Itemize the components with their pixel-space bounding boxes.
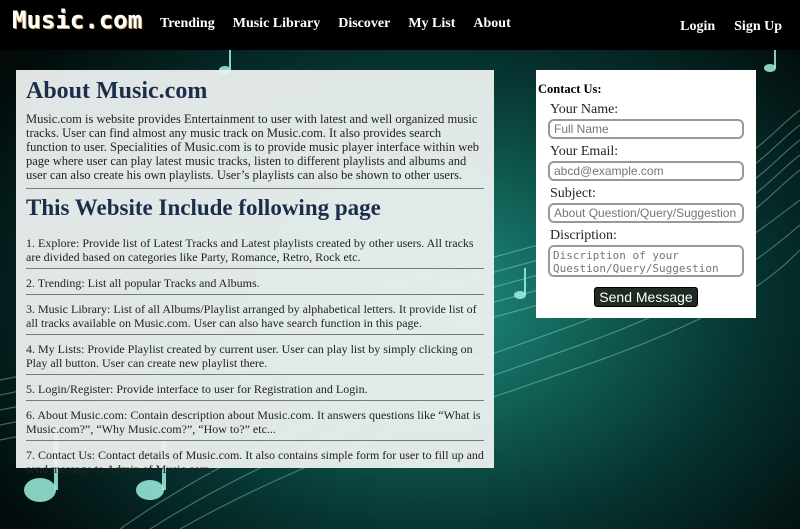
auth-links: Login Sign Up <box>680 19 782 35</box>
name-label: Your Name: <box>550 102 619 117</box>
subject-input[interactable] <box>548 203 744 223</box>
divider <box>26 188 484 189</box>
name-input[interactable] <box>548 119 744 139</box>
brand-logo[interactable]: Music.com <box>12 6 142 34</box>
page-item-explore: 1. Explore: Provide list of Latest Track… <box>26 229 484 269</box>
contact-title: Contact Us: <box>538 82 602 96</box>
send-message-button[interactable]: Send Message <box>594 287 698 307</box>
description-label: Discription: <box>550 228 617 243</box>
about-panel: About Music.com Music.com is website pro… <box>16 70 494 476</box>
about-intro: Music.com is website provides Entertainm… <box>26 112 480 182</box>
email-input[interactable] <box>548 161 744 181</box>
signup-link[interactable]: Sign Up <box>734 19 782 35</box>
nav-music-library[interactable]: Music Library <box>233 16 321 32</box>
subject-label: Subject: <box>550 186 596 201</box>
page-item-about: 6. About Music.com: Contain description … <box>26 401 484 441</box>
page-item-contact: 7. Contact Us: Contact details of Music.… <box>26 448 484 476</box>
about-title: About Music.com <box>26 78 208 104</box>
page-item-my-lists: 4. My Lists: Provide Playlist created by… <box>26 335 484 375</box>
contact-form: Contact Us: Your Name: Your Email: Subje… <box>536 70 756 318</box>
nav-my-list[interactable]: My List <box>408 16 455 32</box>
page-item-login-register: 5. Login/Register: Provide interface to … <box>26 375 484 401</box>
nav-discover[interactable]: Discover <box>338 16 390 32</box>
main-nav: Trending Music Library Discover My List … <box>160 16 511 32</box>
email-label: Your Email: <box>550 144 619 159</box>
page-item-trending: 2. Trending: List all popular Tracks and… <box>26 269 484 295</box>
page-item-music-library: 3. Music Library: List of all Albums/Pla… <box>26 295 484 335</box>
top-navbar: Music.com Trending Music Library Discove… <box>0 0 800 50</box>
nav-about[interactable]: About <box>473 16 510 32</box>
login-link[interactable]: Login <box>680 19 715 35</box>
description-textarea[interactable] <box>548 245 744 277</box>
pages-heading: This Website Include following page <box>26 195 381 220</box>
pages-list: 1. Explore: Provide list of Latest Track… <box>26 229 484 480</box>
nav-trending[interactable]: Trending <box>160 16 215 32</box>
